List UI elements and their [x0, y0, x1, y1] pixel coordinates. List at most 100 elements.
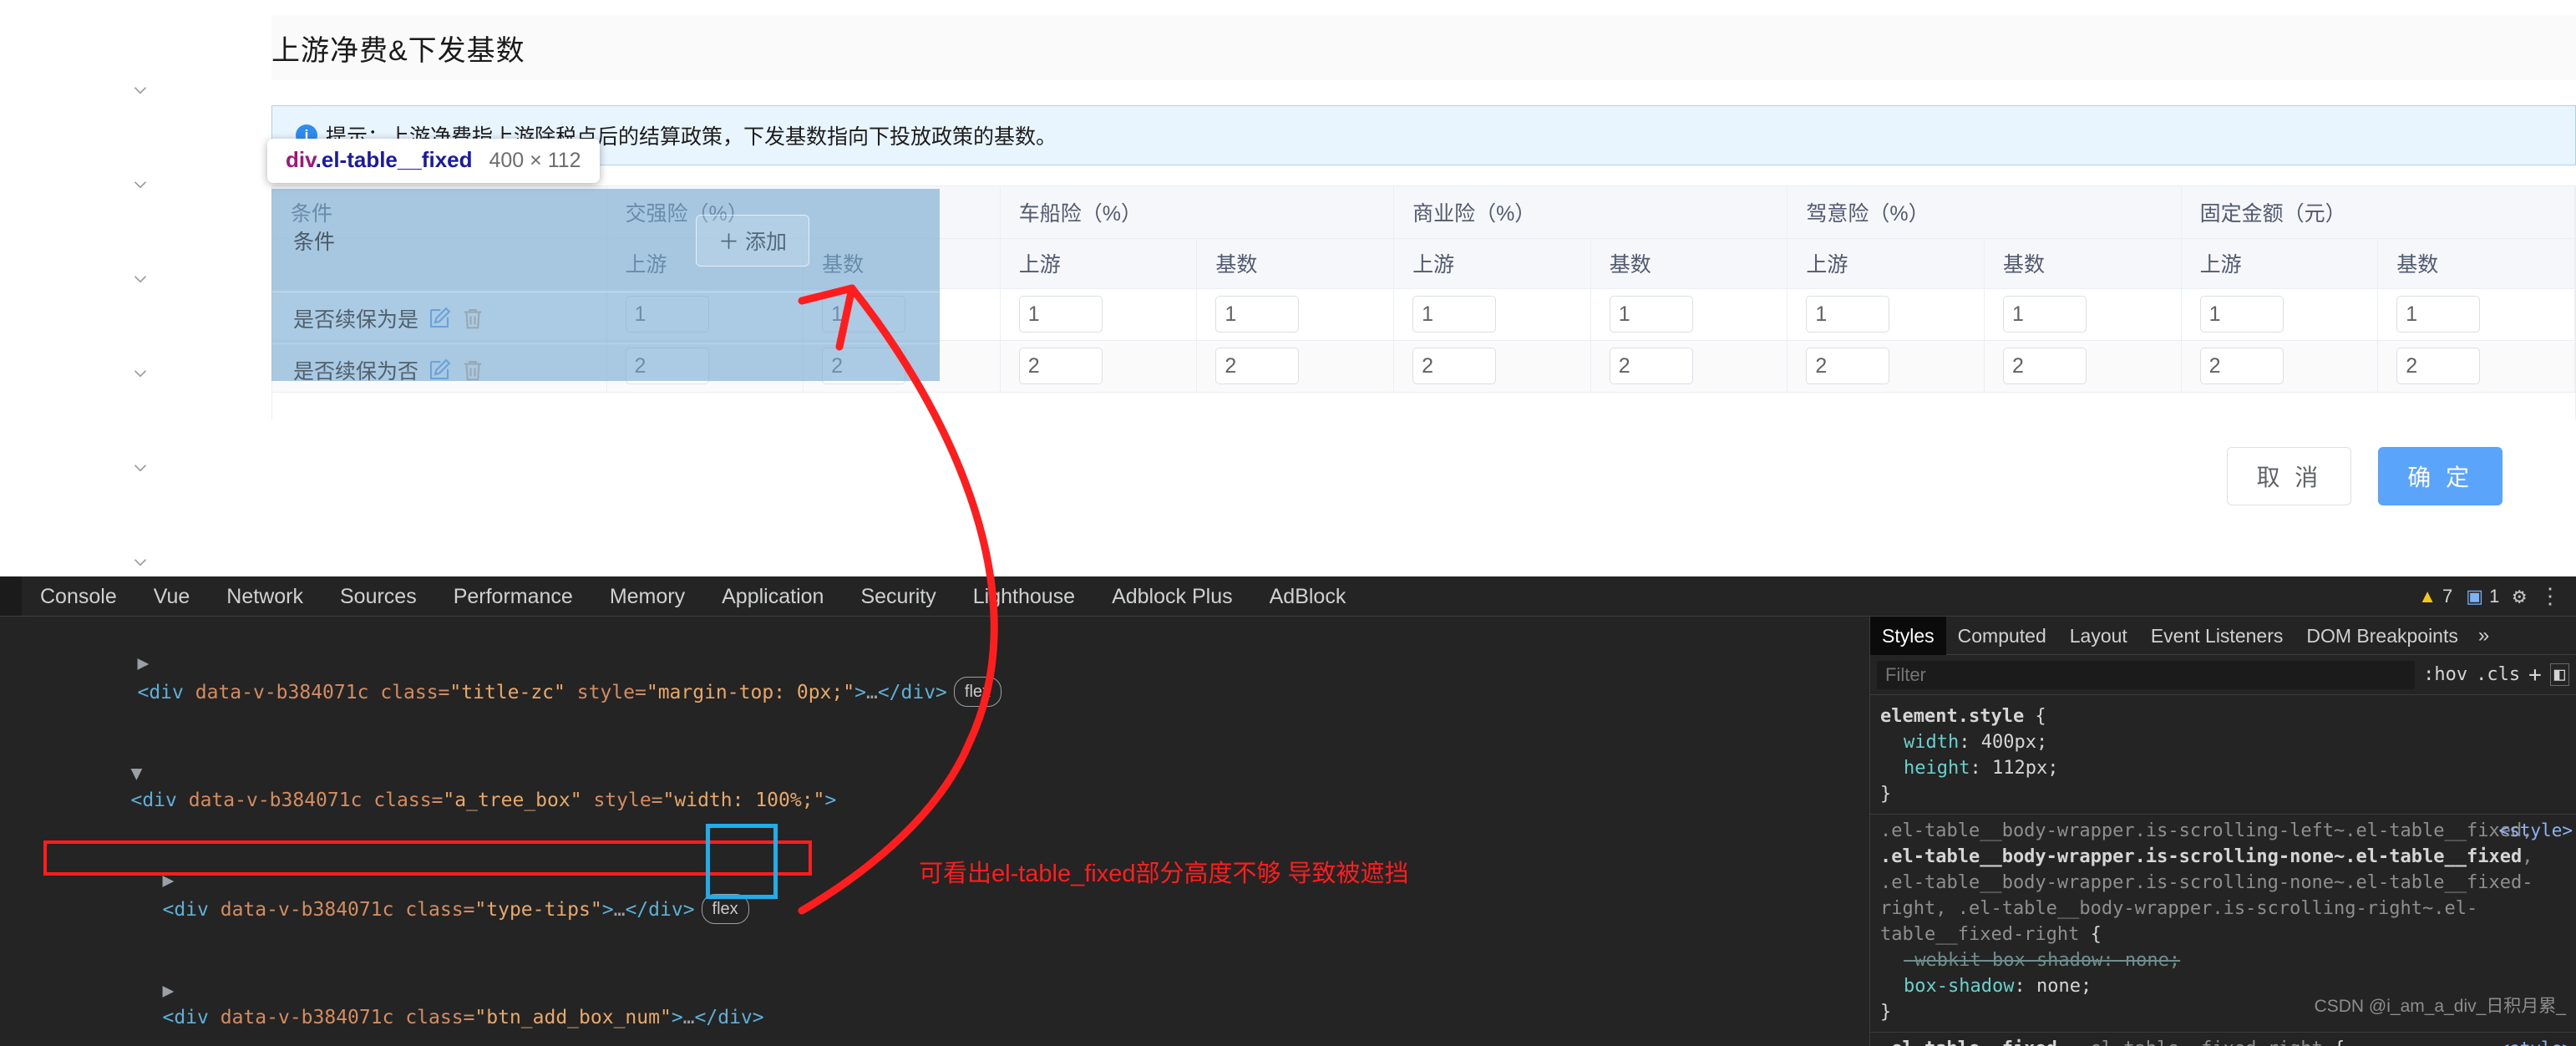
table-cell [1196, 340, 1395, 393]
chevron-down-icon[interactable] [129, 363, 151, 384]
cell-input[interactable] [2199, 296, 2284, 333]
hover-state-button[interactable]: :hov [2423, 664, 2467, 685]
trash-icon[interactable] [460, 306, 485, 331]
css-property[interactable]: box-shadow [1904, 976, 2014, 997]
cell-input[interactable] [2002, 348, 2087, 384]
tab-dom-breakpoints[interactable]: DOM Breakpoints [2295, 617, 2470, 655]
tab-layout[interactable]: Layout [2058, 617, 2139, 655]
cell-input[interactable] [1215, 348, 1300, 384]
chevron-down-icon[interactable] [129, 268, 151, 290]
tab-computed[interactable]: Computed [1946, 617, 2058, 655]
edit-icon[interactable] [427, 306, 452, 331]
table-sub-header: 上游 [1787, 238, 1985, 289]
tree-chevron-rail [129, 79, 163, 576]
disclosure-triangle-icon[interactable]: ▼ [130, 763, 142, 784]
css-value[interactable]: none [2125, 950, 2169, 971]
cell-input[interactable] [1215, 296, 1300, 333]
tips-banner: i 提示：上游净费指上游除税点后的结算政策，下发基数指向下投放政策的基数。 [271, 105, 2576, 165]
table-cell [1984, 288, 2182, 341]
css-property[interactable]: width [1904, 732, 1959, 753]
fixed-column-row: 是否续保为否 [271, 344, 940, 381]
tab-styles[interactable]: Styles [1870, 617, 1946, 655]
cell-input[interactable] [2396, 296, 2481, 333]
cell-input[interactable] [1018, 348, 1103, 384]
table-cell [1000, 340, 1198, 393]
table-group-header: 固定金额（元） [2181, 186, 2575, 239]
cell-input[interactable] [1609, 348, 1693, 384]
rule-selector[interactable]: .el-table__fixed [1880, 1038, 2057, 1046]
disclosure-triangle-icon[interactable]: ▶ [162, 980, 174, 1002]
tab-memory[interactable]: Memory [591, 576, 703, 617]
trash-icon[interactable] [460, 358, 485, 382]
tab-security[interactable]: Security [842, 576, 954, 617]
css-property[interactable]: -webkit-box-shadow [1904, 950, 2102, 971]
cell-input[interactable] [1412, 348, 1497, 384]
edit-icon[interactable] [427, 358, 452, 382]
table-cell [1787, 288, 1985, 341]
chevron-down-icon[interactable] [129, 551, 151, 573]
disclosure-triangle-icon[interactable]: ▶ [137, 652, 149, 674]
message-count: 1 [2489, 586, 2500, 607]
new-style-rule-button[interactable]: + [2528, 663, 2542, 688]
confirm-button[interactable]: 确 定 [2378, 447, 2502, 505]
cell-input[interactable] [2396, 348, 2481, 384]
chevron-down-icon[interactable] [129, 174, 151, 195]
tab-network[interactable]: Network [208, 576, 322, 617]
cell-input[interactable] [1412, 296, 1497, 333]
dom-node[interactable]: ▶ <div data-v-b384071c class="btn_add_bo… [7, 951, 1869, 1046]
table-cell [2181, 288, 2379, 341]
css-property[interactable]: height [1904, 758, 1970, 779]
rule-selector[interactable]: element.style [1880, 706, 2024, 727]
element-classes-button[interactable]: .cls [2476, 664, 2520, 685]
tab-performance[interactable]: Performance [435, 576, 591, 617]
fixed-column-header-label: 条件 [293, 230, 336, 254]
styles-filter-input[interactable] [1877, 660, 2416, 689]
cell-input[interactable] [1018, 296, 1103, 333]
warning-count: 7 [2442, 586, 2453, 607]
css-value[interactable]: 400px [1981, 732, 2036, 753]
chevron-down-icon[interactable] [129, 79, 151, 101]
inspector-badge-dimensions: 400 × 112 [489, 149, 581, 172]
tab-event-listeners[interactable]: Event Listeners [2139, 617, 2295, 655]
message-count-badge[interactable]: ▣ 1 [2466, 586, 2499, 607]
rule-selector-inactive[interactable]: , .el-table__fixed-right [2057, 1038, 2323, 1046]
cell-input[interactable] [1609, 296, 1693, 333]
warning-count-badge[interactable]: ▲ 7 [2418, 586, 2452, 607]
toggle-panel-icon[interactable]: ◧ [2549, 663, 2569, 686]
rule-source-link[interactable]: <style> [2498, 1036, 2573, 1046]
inspector-badge-tag: div.el-table__fixed [286, 147, 473, 172]
tab-lighthouse[interactable]: Lighthouse [955, 576, 1093, 617]
chevron-right-icon[interactable]: » [2470, 624, 2497, 647]
dom-node[interactable]: ▶ <div data-v-b384071c class="title-zc" … [7, 623, 1869, 734]
annotation-blue-box [706, 824, 778, 899]
cell-input[interactable] [1806, 296, 1890, 333]
flex-badge[interactable]: flex [953, 677, 1002, 707]
devtools-drag-handle[interactable] [0, 576, 22, 616]
dom-node[interactable]: ▼ <div data-v-b384071c class="a_tree_box… [7, 734, 1869, 840]
cell-input[interactable] [2199, 348, 2284, 384]
fixed-column-header: 条件 ＋ 添加 [271, 189, 940, 292]
table-cell [1393, 288, 1591, 341]
tab-console[interactable]: Console [22, 576, 135, 617]
cell-input[interactable] [2002, 296, 2087, 333]
tab-application[interactable]: Application [703, 576, 842, 617]
css-value[interactable]: none [2036, 976, 2081, 997]
css-value[interactable]: 112px [1992, 758, 2047, 779]
cancel-button[interactable]: 取 消 [2227, 447, 2352, 505]
rule-selector-inactive[interactable]: .el-table__body-wrapper.is-scrolling-lef… [1880, 820, 2533, 841]
dom-tree-pane: ▶ <div data-v-b384071c class="title-zc" … [0, 617, 1869, 1046]
el-table-fixed-highlight: 条件 ＋ 添加 是否续保为是 是否续保为否 [271, 189, 940, 381]
rule-selector[interactable]: .el-table__body-wrapper.is-scrolling-non… [1880, 846, 2522, 867]
chevron-down-icon[interactable] [129, 457, 151, 479]
page-title-text: 上游净费&下发基数 [271, 34, 525, 67]
tab-adblock[interactable]: AdBlock [1251, 576, 1365, 617]
add-condition-button[interactable]: ＋ 添加 [696, 214, 809, 267]
tab-adblock-plus[interactable]: Adblock Plus [1093, 576, 1251, 617]
cell-input[interactable] [1806, 348, 1890, 384]
gear-icon[interactable]: ⚙ [2513, 584, 2526, 609]
tab-vue[interactable]: Vue [135, 576, 209, 617]
more-vertical-icon[interactable]: ⋮ [2539, 584, 2561, 609]
table-group-header: 商业险（%） [1393, 186, 1788, 239]
rule-source-link[interactable]: <style> [2498, 818, 2573, 844]
tab-sources[interactable]: Sources [322, 576, 435, 617]
